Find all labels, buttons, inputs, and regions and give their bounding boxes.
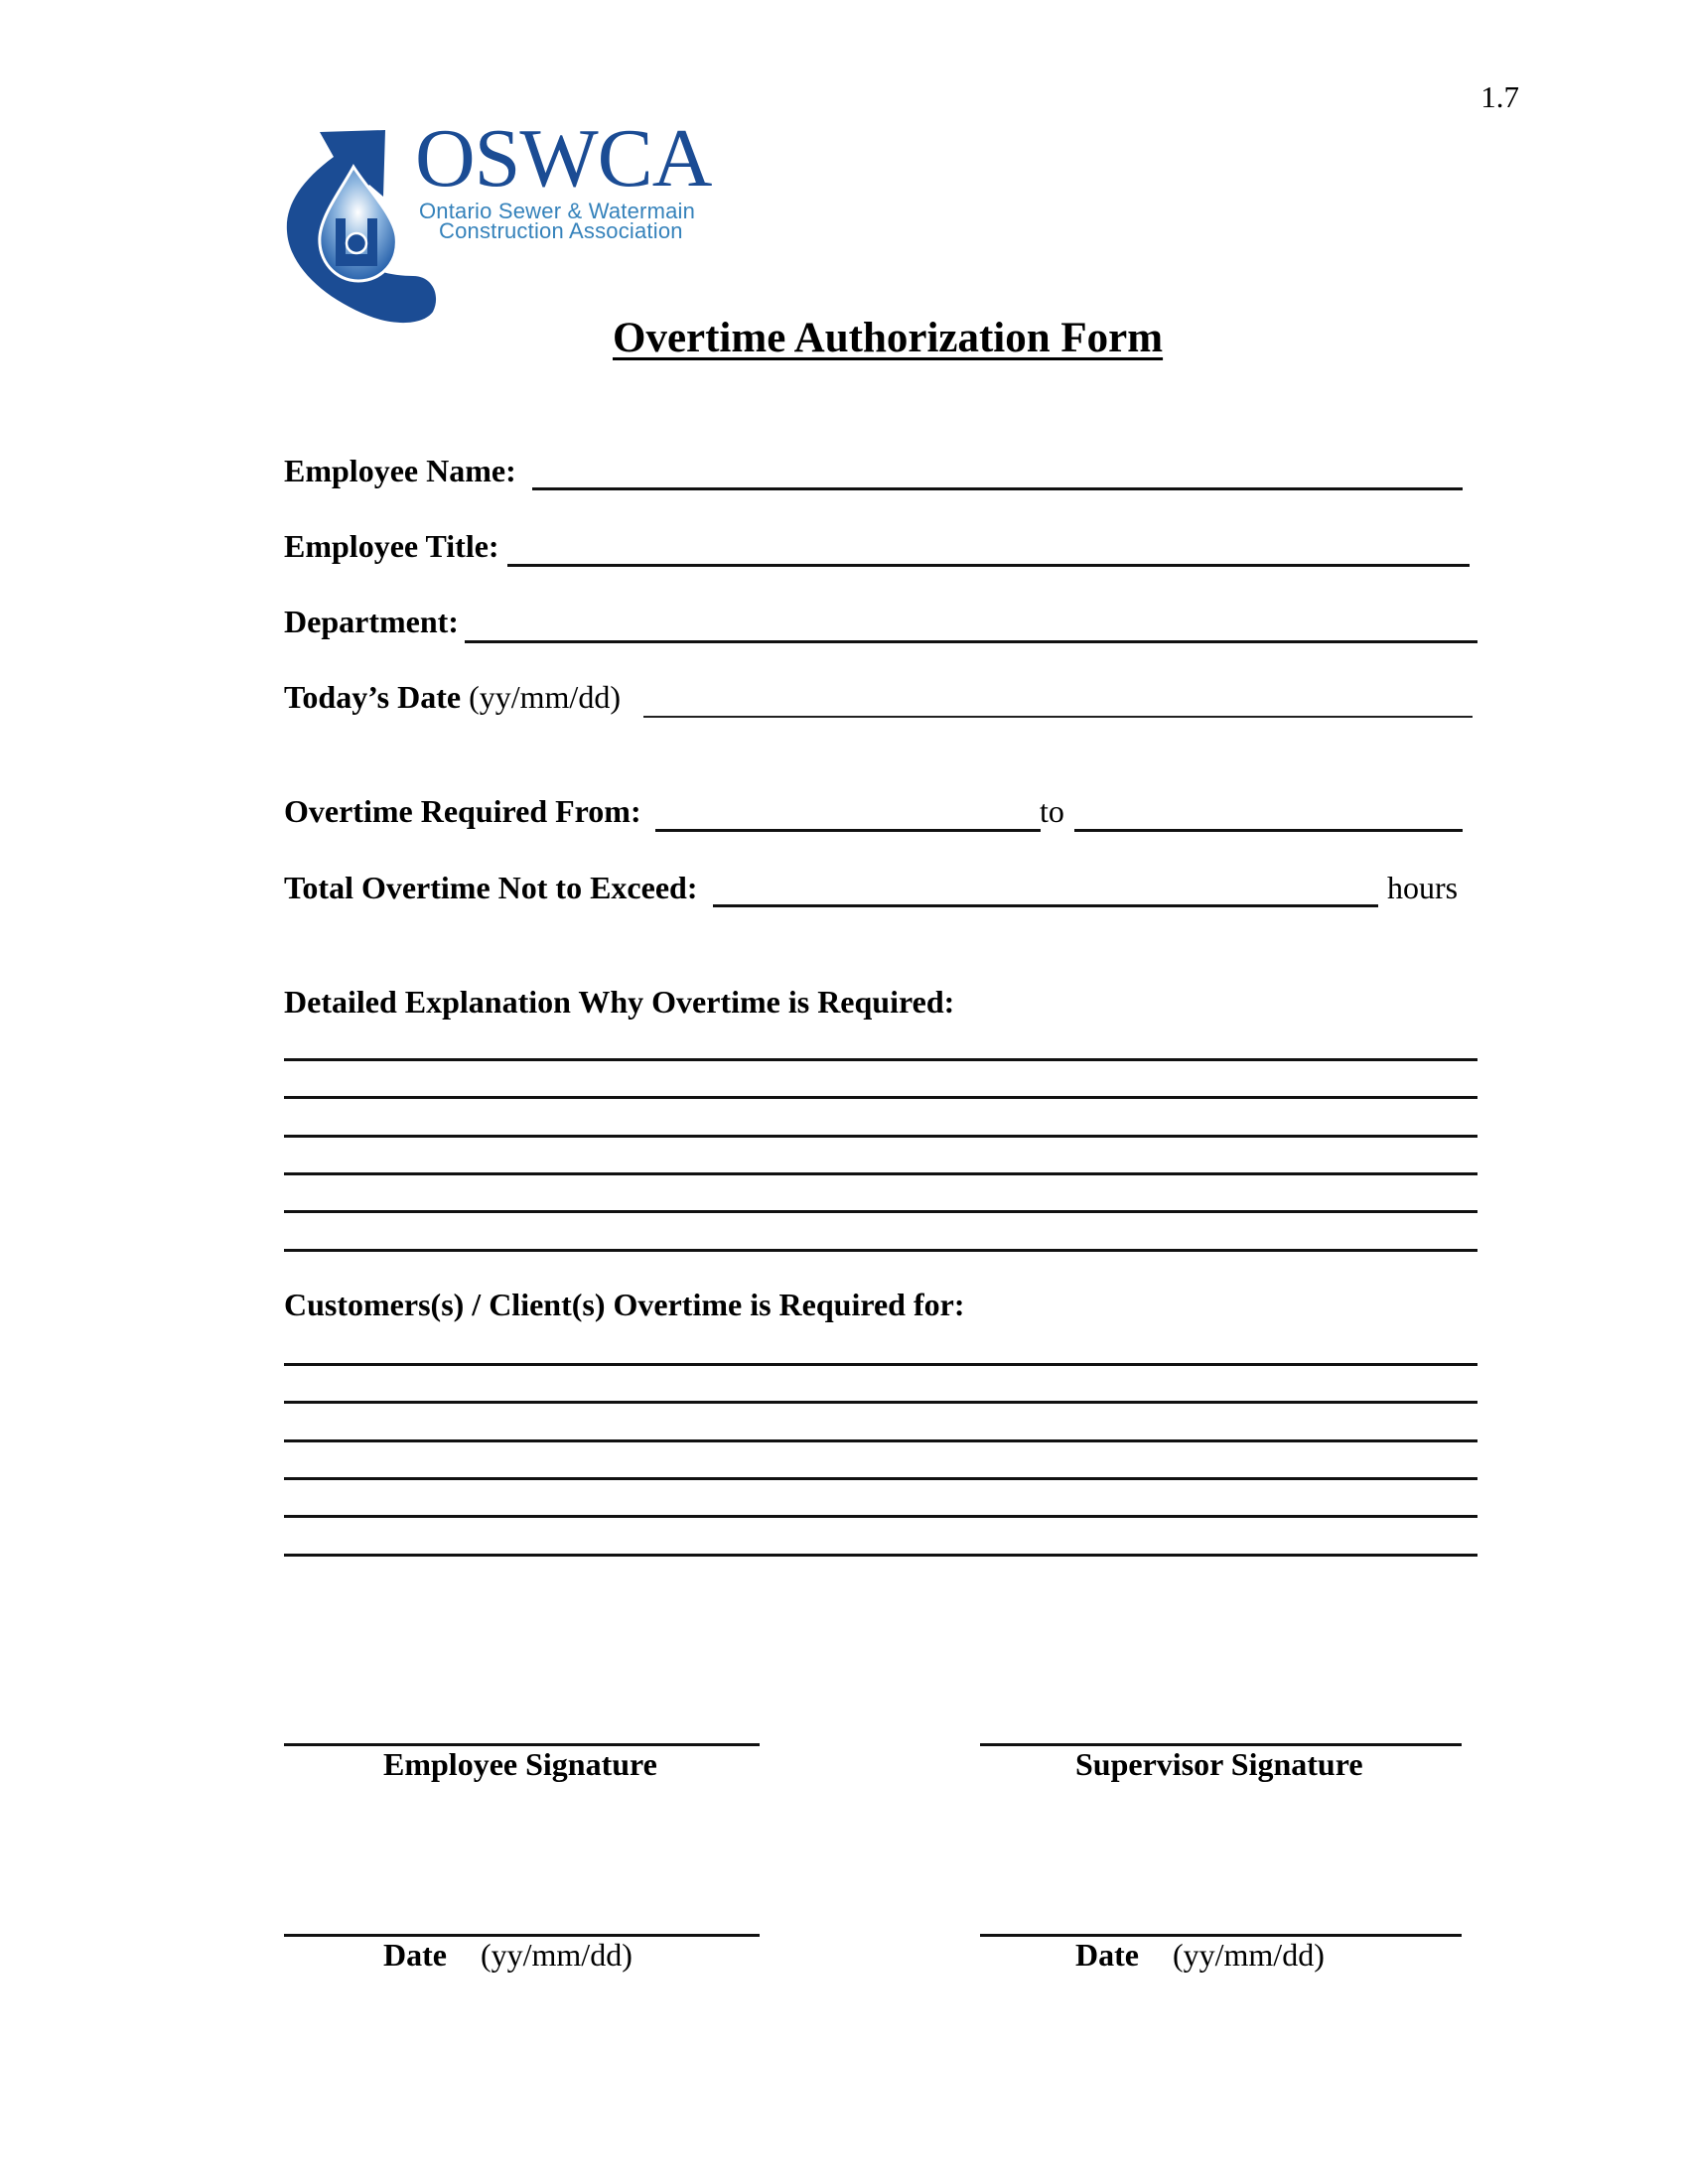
employee-title-label: Employee Title: <box>284 528 499 564</box>
overtime-to-label: to <box>1040 793 1064 829</box>
customer-line[interactable] <box>284 1515 1477 1519</box>
todays-date-field[interactable] <box>643 716 1473 718</box>
logo-wordmark: OSWCA <box>415 112 712 205</box>
todays-date-label-text: Today’s Date <box>284 679 462 715</box>
explanation-line[interactable] <box>284 1096 1477 1100</box>
explanation-line[interactable] <box>284 1171 1477 1175</box>
overtime-from-label: Overtime Required From: <box>284 793 641 829</box>
overtime-limit-label: Total Overtime Not to Exceed: <box>284 870 698 905</box>
supervisor-date-label: Date (yy/mm/dd) <box>1075 1937 1325 1974</box>
customer-line[interactable] <box>284 1553 1477 1557</box>
supervisor-signature-label: Supervisor Signature <box>1075 1746 1363 1782</box>
explanation-heading: Detailed Explanation Why Overtime is Req… <box>284 984 955 1020</box>
employee-title-field[interactable] <box>507 564 1470 567</box>
employee-signature-label: Employee Signature <box>383 1746 657 1782</box>
department-label: Department: <box>284 604 459 639</box>
overtime-from-field[interactable] <box>655 829 1041 832</box>
hours-unit-label: hours <box>1387 870 1459 905</box>
logo-subtitle-line2: Construction Association <box>439 218 683 243</box>
customer-line[interactable] <box>284 1438 1477 1442</box>
overtime-to-field[interactable] <box>1074 829 1463 832</box>
customer-line[interactable] <box>284 1363 1477 1366</box>
explanation-line[interactable] <box>284 1134 1477 1138</box>
page-number: 1.7 <box>1480 79 1519 114</box>
supervisor-date-label-text: Date <box>1075 1937 1139 1973</box>
oswca-logo: OSWCA Ontario Sewer & Watermain Construc… <box>284 112 751 324</box>
supervisor-date-format-hint: (yy/mm/dd) <box>1172 1937 1325 1973</box>
customer-line[interactable] <box>284 1401 1477 1405</box>
explanation-line[interactable] <box>284 1210 1477 1214</box>
explanation-line[interactable] <box>284 1058 1477 1061</box>
customer-line[interactable] <box>284 1476 1477 1480</box>
customers-heading: Customers(s) / Client(s) Overtime is Req… <box>284 1287 965 1322</box>
form-title: Overtime Authorization Form <box>613 315 1164 361</box>
employee-date-label: Date (yy/mm/dd) <box>383 1937 633 1974</box>
employee-name-label: Employee Name: <box>284 453 516 488</box>
department-field[interactable] <box>465 640 1477 643</box>
todays-date-format-hint: (yy/mm/dd) <box>469 679 621 715</box>
employee-name-field[interactable] <box>532 487 1463 490</box>
explanation-line[interactable] <box>284 1248 1477 1252</box>
overtime-limit-field[interactable] <box>713 904 1378 907</box>
todays-date-label: Today’s Date (yy/mm/dd) <box>284 679 621 716</box>
employee-date-format-hint: (yy/mm/dd) <box>480 1937 633 1973</box>
employee-date-label-text: Date <box>383 1937 447 1973</box>
